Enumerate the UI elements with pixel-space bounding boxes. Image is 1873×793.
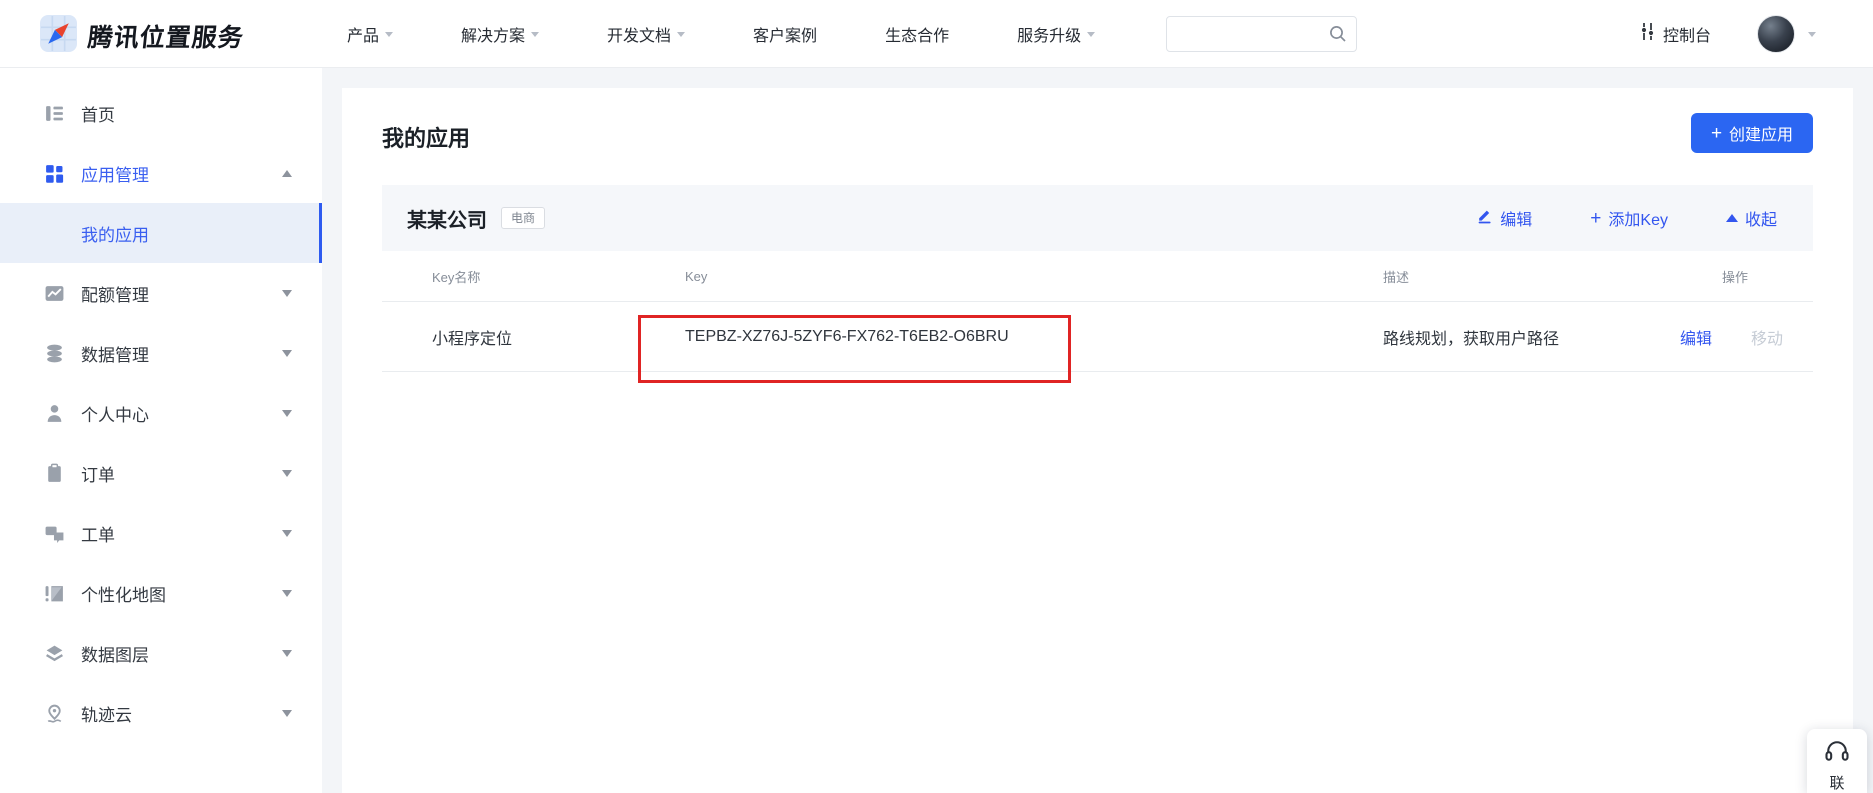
chevron-down-icon[interactable]	[282, 290, 292, 297]
key-desc-cell: 路线规划，获取用户路径	[1383, 325, 1680, 349]
edit-app-button[interactable]: 编辑	[1476, 206, 1532, 230]
row-actions: 编辑 移动	[1680, 325, 1783, 349]
avatar-chevron-down-icon[interactable]	[1808, 32, 1816, 37]
app-card-header: 某某公司 电商 编辑 + 添加Key	[382, 185, 1813, 251]
key-value-cell: TEPBZ-XZ76J-5ZYF6-FX762-T6EB2-O6BRU	[685, 328, 1383, 346]
track-pin-icon	[44, 703, 65, 724]
sidebar-item-custom-map[interactable]: 个性化地图	[0, 563, 322, 623]
compass-logo-icon	[40, 15, 77, 57]
column-header-desc: 描述	[1383, 267, 1680, 286]
chevron-down-icon[interactable]	[282, 350, 292, 357]
console-link[interactable]: 控制台	[1640, 0, 1711, 68]
sliders-icon	[1640, 22, 1655, 46]
chevron-down-icon[interactable]	[282, 530, 292, 537]
card-actions: 编辑 + 添加Key 收起	[1476, 206, 1777, 230]
sidebar: 首页 应用管理 我的应用 配额管理	[0, 68, 322, 793]
layers-icon	[44, 643, 65, 664]
contact-label: 联	[1829, 772, 1844, 793]
nav-item-solutions[interactable]: 解决方案	[461, 22, 539, 46]
pencil-icon	[1476, 207, 1493, 229]
chevron-up-icon[interactable]	[282, 170, 292, 177]
nav-item-ecosystem[interactable]: 生态合作	[885, 22, 949, 46]
sidebar-item-data-management[interactable]: 数据管理	[0, 323, 322, 383]
chevron-down-icon	[1087, 32, 1095, 37]
collapse-button[interactable]: 收起	[1726, 206, 1777, 230]
search-box	[1166, 16, 1357, 52]
key-table-row: 小程序定位 TEPBZ-XZ76J-5ZYF6-FX762-T6EB2-O6BR…	[382, 302, 1813, 372]
sidebar-item-track-cloud[interactable]: 轨迹云	[0, 683, 322, 743]
chevron-up-icon	[1726, 214, 1738, 222]
sidebar-item-personal-center[interactable]: 个人中心	[0, 383, 322, 443]
home-list-icon	[44, 103, 65, 124]
nav-item-docs[interactable]: 开发文档	[607, 22, 685, 46]
chevron-down-icon[interactable]	[282, 470, 292, 477]
key-table-header: Key名称 Key 描述 操作	[382, 251, 1813, 302]
sidebar-subitem-my-apps[interactable]: 我的应用	[0, 203, 322, 263]
category-tag: 电商	[501, 207, 545, 229]
page-title: 我的应用	[382, 121, 470, 153]
user-icon	[44, 403, 65, 424]
quota-chart-icon	[44, 283, 65, 304]
plus-icon: +	[1711, 124, 1722, 143]
column-header-actions: 操作	[1680, 267, 1813, 286]
top-navbar: 腾讯位置服务 产品 解决方案 开发文档 客户案例 生态合作 服务升级	[0, 0, 1873, 68]
nav-menu: 产品 解决方案 开发文档 客户案例 生态合作 服务升级	[347, 0, 1095, 68]
column-header-key-name: Key名称	[432, 267, 685, 286]
app-card: 某某公司 电商 编辑 + 添加Key	[382, 185, 1813, 372]
app-grid-icon	[44, 163, 65, 184]
column-header-key: Key	[685, 269, 1383, 284]
sidebar-item-quota[interactable]: 配额管理	[0, 263, 322, 323]
plus-icon: +	[1590, 209, 1601, 228]
nav-item-products[interactable]: 产品	[347, 22, 393, 46]
add-key-button[interactable]: + 添加Key	[1590, 206, 1668, 230]
search-icon[interactable]	[1328, 24, 1348, 49]
sidebar-item-orders[interactable]: 订单	[0, 443, 322, 503]
chevron-down-icon[interactable]	[282, 590, 292, 597]
sidebar-item-app-management[interactable]: 应用管理	[0, 143, 322, 203]
company-name: 某某公司	[407, 204, 487, 233]
chevron-down-icon	[385, 32, 393, 37]
sidebar-item-data-layers[interactable]: 数据图层	[0, 623, 322, 683]
nav-item-cases[interactable]: 客户案例	[753, 22, 817, 46]
sidebar-item-home[interactable]: 首页	[0, 83, 322, 143]
content-panel: 我的应用 + 创建应用 某某公司 电商 编辑 +	[342, 88, 1853, 793]
create-app-button[interactable]: + 创建应用	[1691, 113, 1813, 153]
contact-support-widget[interactable]: 联	[1807, 729, 1867, 793]
logo-text: 腾讯位置服务	[86, 18, 246, 54]
nav-item-upgrade[interactable]: 服务升级	[1017, 22, 1095, 46]
chevron-down-icon[interactable]	[282, 710, 292, 717]
avatar[interactable]	[1757, 15, 1795, 53]
edit-key-link[interactable]: 编辑	[1680, 325, 1712, 349]
headset-icon	[1823, 737, 1851, 770]
chevron-down-icon	[531, 32, 539, 37]
key-name-cell: 小程序定位	[432, 325, 685, 349]
ticket-chat-icon	[44, 523, 65, 544]
chevron-down-icon[interactable]	[282, 410, 292, 417]
chevron-down-icon	[677, 32, 685, 37]
move-key-link[interactable]: 移动	[1751, 325, 1783, 349]
custom-map-icon	[44, 583, 65, 604]
logo[interactable]: 腾讯位置服务	[40, 15, 244, 57]
order-clipboard-icon	[44, 463, 65, 484]
database-icon	[44, 343, 65, 364]
sidebar-item-tickets[interactable]: 工单	[0, 503, 322, 563]
chevron-down-icon[interactable]	[282, 650, 292, 657]
